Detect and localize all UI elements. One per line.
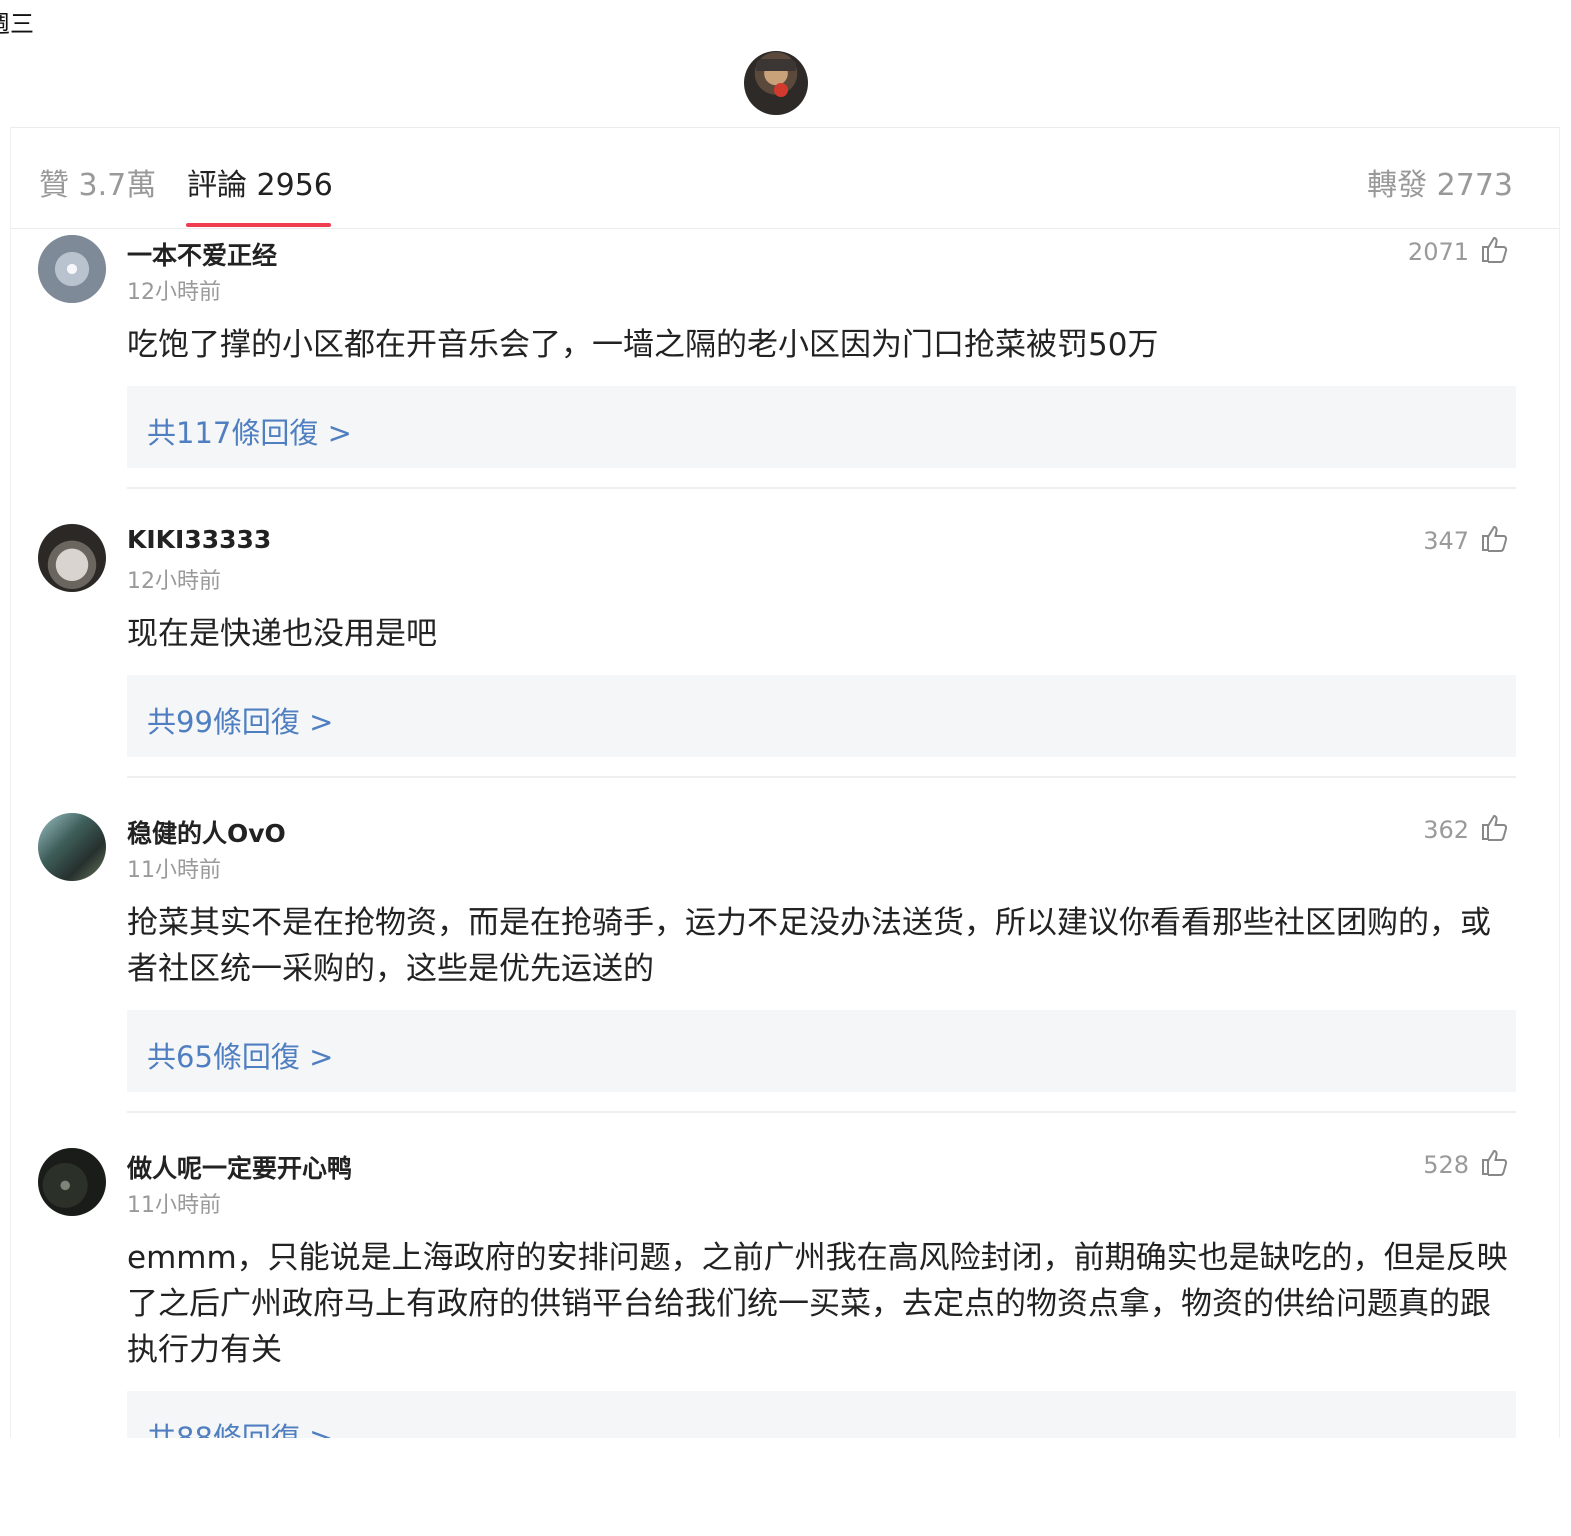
comment-timestamp: 12小時前 xyxy=(127,569,221,594)
tab-comments[interactable]: 評論 2956 xyxy=(187,160,333,204)
avatar[interactable] xyxy=(38,524,106,592)
comment-text: 吃饱了撑的小区都在开音乐会了，一墙之隔的老小区因为门口抢菜被罚50万 xyxy=(127,327,1159,363)
tab-bar: 贊 3.7萬 評論 2956 轉發 2773 xyxy=(11,128,1559,229)
active-tab-indicator xyxy=(186,223,331,227)
view-replies-button[interactable]: 共65條回復 > xyxy=(127,1010,1516,1092)
thumbs-up-icon[interactable] xyxy=(1479,234,1509,264)
comment-timestamp: 11小時前 xyxy=(127,1193,221,1218)
comment-text: emmm，只能说是上海政府的安排问题，之前广州我在高风险封闭，前期确实也是缺吃的… xyxy=(127,1240,1508,1368)
divider xyxy=(127,776,1516,778)
reply-count-link[interactable]: 共65條回復 > xyxy=(147,1034,333,1076)
like-count: 2071 xyxy=(1407,238,1469,266)
author-avatar[interactable] xyxy=(744,51,808,115)
thumbs-up-icon[interactable] xyxy=(1479,1147,1509,1177)
divider xyxy=(127,1111,1516,1113)
like-count: 362 xyxy=(1423,816,1469,844)
comment-username[interactable]: 一本不爱正经 xyxy=(127,236,277,272)
like-count: 528 xyxy=(1423,1151,1469,1179)
divider xyxy=(127,487,1516,489)
comment-text: 现在是快递也没用是吧 xyxy=(127,616,437,652)
thumbs-up-icon[interactable] xyxy=(1479,812,1509,842)
corner-text: 週三 xyxy=(0,10,34,38)
avatar[interactable] xyxy=(38,235,106,303)
view-replies-button[interactable]: 共88條回復 > xyxy=(127,1391,1516,1438)
avatar[interactable] xyxy=(38,813,106,881)
comment-username[interactable]: KIKI33333 xyxy=(127,525,271,554)
comment-username[interactable]: 做人呢一定要开心鸭 xyxy=(127,1149,352,1185)
tab-likes[interactable]: 贊 3.7萬 xyxy=(39,160,156,204)
comments-panel: 贊 3.7萬 評論 2956 轉發 2773 一本不爱正经 12小時前 2071… xyxy=(10,127,1560,1438)
reply-count-link[interactable]: 共117條回復 > xyxy=(147,410,352,452)
view-replies-button[interactable]: 共117條回復 > xyxy=(127,386,1516,468)
like-count: 347 xyxy=(1423,527,1469,555)
comment-timestamp: 12小時前 xyxy=(127,280,221,305)
avatar[interactable] xyxy=(38,1148,106,1216)
view-replies-button[interactable]: 共99條回復 > xyxy=(127,675,1516,757)
thumbs-up-icon[interactable] xyxy=(1479,523,1509,553)
comment-text: 抢菜其实不是在抢物资，而是在抢骑手，运力不足没办法送货，所以建议你看看那些社区团… xyxy=(127,905,1491,987)
reply-count-link[interactable]: 共88條回復 > xyxy=(147,1415,333,1438)
comment-timestamp: 11小時前 xyxy=(127,858,221,883)
tab-reposts[interactable]: 轉發 2773 xyxy=(1367,160,1513,204)
comment-username[interactable]: 稳健的人OvO xyxy=(127,814,286,850)
reply-count-link[interactable]: 共99條回復 > xyxy=(147,699,333,741)
